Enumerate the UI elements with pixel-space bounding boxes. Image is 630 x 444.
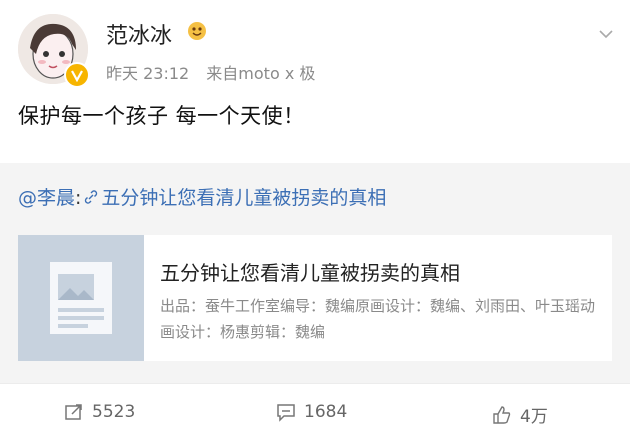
repost-icon [65, 404, 82, 420]
article-thumbnail-icon [18, 235, 144, 361]
emoji-icon [188, 22, 206, 40]
repost-user[interactable]: @李晨 [18, 187, 75, 209]
chevron-down-icon[interactable] [598, 26, 614, 42]
comment-count: 1684 [304, 402, 348, 422]
card-title: 五分钟让您看清儿童被拐卖的真相 [160, 261, 460, 285]
repost-link-text[interactable]: 五分钟让您看清儿童被拐卖的真相 [101, 187, 386, 209]
like-button[interactable]: 4万 [492, 402, 548, 427]
post-meta: 昨天 23:12 来自moto x 极 [106, 60, 315, 84]
comment-button[interactable]: 1684 [276, 402, 347, 422]
repost-line: @李晨: 五分钟让您看清儿童被拐卖的真相 [18, 183, 386, 210]
like-icon [493, 405, 511, 424]
card-description: 出品：蚕牛工作室编导：魏编原画设计：魏编、刘雨田、叶玉瑶动画设计：杨惠剪辑：魏编 [160, 297, 596, 341]
post-header: 范冰冰 昨天 23:12 来自moto x 极 [0, 0, 630, 95]
author-name[interactable]: 范冰冰 [106, 18, 172, 50]
action-bar: 5523 1684 4万 [0, 383, 630, 444]
repost-sep: : [75, 187, 82, 209]
repost-count: 5523 [92, 402, 136, 422]
link-icon [85, 190, 98, 204]
repost-button[interactable]: 5523 [64, 402, 135, 422]
repost-block[interactable]: @李晨: 五分钟让您看清儿童被拐卖的真相 五分钟让您看清儿童被拐卖的真相 出品：蚕… [0, 163, 630, 383]
post-text: 保护每一个孩子 每一个天使！ [18, 104, 305, 128]
post-time: 昨天 23:12 [106, 64, 190, 83]
like-count: 4万 [520, 407, 548, 427]
verified-icon [64, 62, 90, 88]
comment-icon [277, 404, 295, 422]
article-card[interactable]: 五分钟让您看清儿童被拐卖的真相 出品：蚕牛工作室编导：魏编原画设计：魏编、刘雨田… [18, 235, 612, 361]
post-source[interactable]: 来自moto x 极 [206, 64, 315, 83]
